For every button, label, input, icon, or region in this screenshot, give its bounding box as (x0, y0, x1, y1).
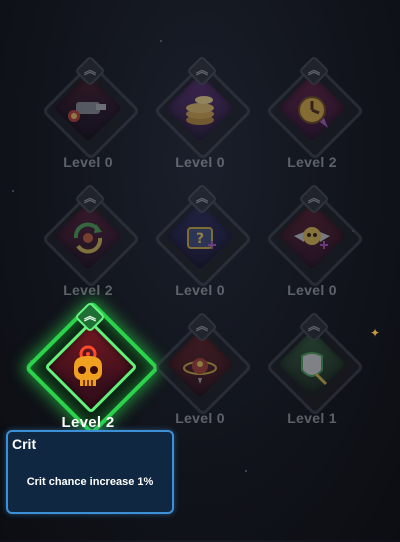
skill-tooltip: Crit Crit chance increase 1% (6, 430, 174, 514)
winged-skull-icon (288, 214, 336, 262)
cooldown-clock-icon (288, 86, 336, 134)
upgrade-chevron-icon: ︽ (195, 319, 208, 333)
skill-slot-5[interactable]: ︽ ? Level 0 (140, 183, 260, 316)
shield-tooth-icon (288, 342, 336, 390)
skill-level: Level 2 (63, 282, 113, 298)
skill-slot-3[interactable]: ︽ Level 2 (252, 55, 372, 188)
upgrade-chevron-icon: ︽ (195, 191, 208, 205)
upgrade-chevron-icon: ︽ (307, 319, 320, 333)
crit-skull-icon (58, 336, 118, 396)
ship-cannon-icon (64, 86, 112, 134)
skill-level: Level 0 (175, 410, 225, 426)
background-star (160, 40, 162, 42)
skill-slot-6[interactable]: ︽ Level 0 (252, 183, 372, 316)
coin-stack-icon (176, 86, 224, 134)
skill-slot-9[interactable]: ︽ Level 1 (252, 311, 372, 444)
tooltip-title: Crit (12, 436, 37, 452)
tooltip-description: Crit chance increase 1% (26, 476, 154, 488)
skill-slot-4[interactable]: ︽ Level 2 (28, 183, 148, 316)
background-star (12, 190, 14, 192)
skill-level: Level 2 (287, 154, 337, 170)
skill-level: Level 1 (287, 410, 337, 426)
svg-text:?: ? (196, 231, 204, 247)
skill-level: Level 0 (175, 282, 225, 298)
mystery-box-icon: ? (176, 214, 224, 262)
refresh-cycle-icon (64, 214, 112, 262)
upgrade-chevron-icon: ︽ (307, 63, 320, 77)
skill-level: Level 2 (61, 414, 115, 431)
skill-level: Level 0 (175, 154, 225, 170)
upgrade-chevron-icon: ︽ (195, 63, 208, 77)
upgrade-chevron-icon: ︽ (83, 63, 96, 77)
skill-slot-7-selected[interactable]: ︽ Level 2 (24, 300, 160, 442)
upgrade-chevron-icon: ︽ (307, 191, 320, 205)
upgrade-chevron-icon: ︽ (83, 309, 96, 323)
background-star (245, 470, 247, 472)
skill-level: Level 0 (287, 282, 337, 298)
skill-level: Level 0 (63, 154, 113, 170)
skill-slot-2[interactable]: ︽ Level 0 (140, 55, 260, 188)
upgrade-chevron-icon: ︽ (83, 191, 96, 205)
skill-slot-1[interactable]: ︽ Level 0 (28, 55, 148, 188)
skill-slot-8[interactable]: ︽ Level 0 (140, 311, 260, 444)
orbit-bomb-icon (176, 342, 224, 390)
